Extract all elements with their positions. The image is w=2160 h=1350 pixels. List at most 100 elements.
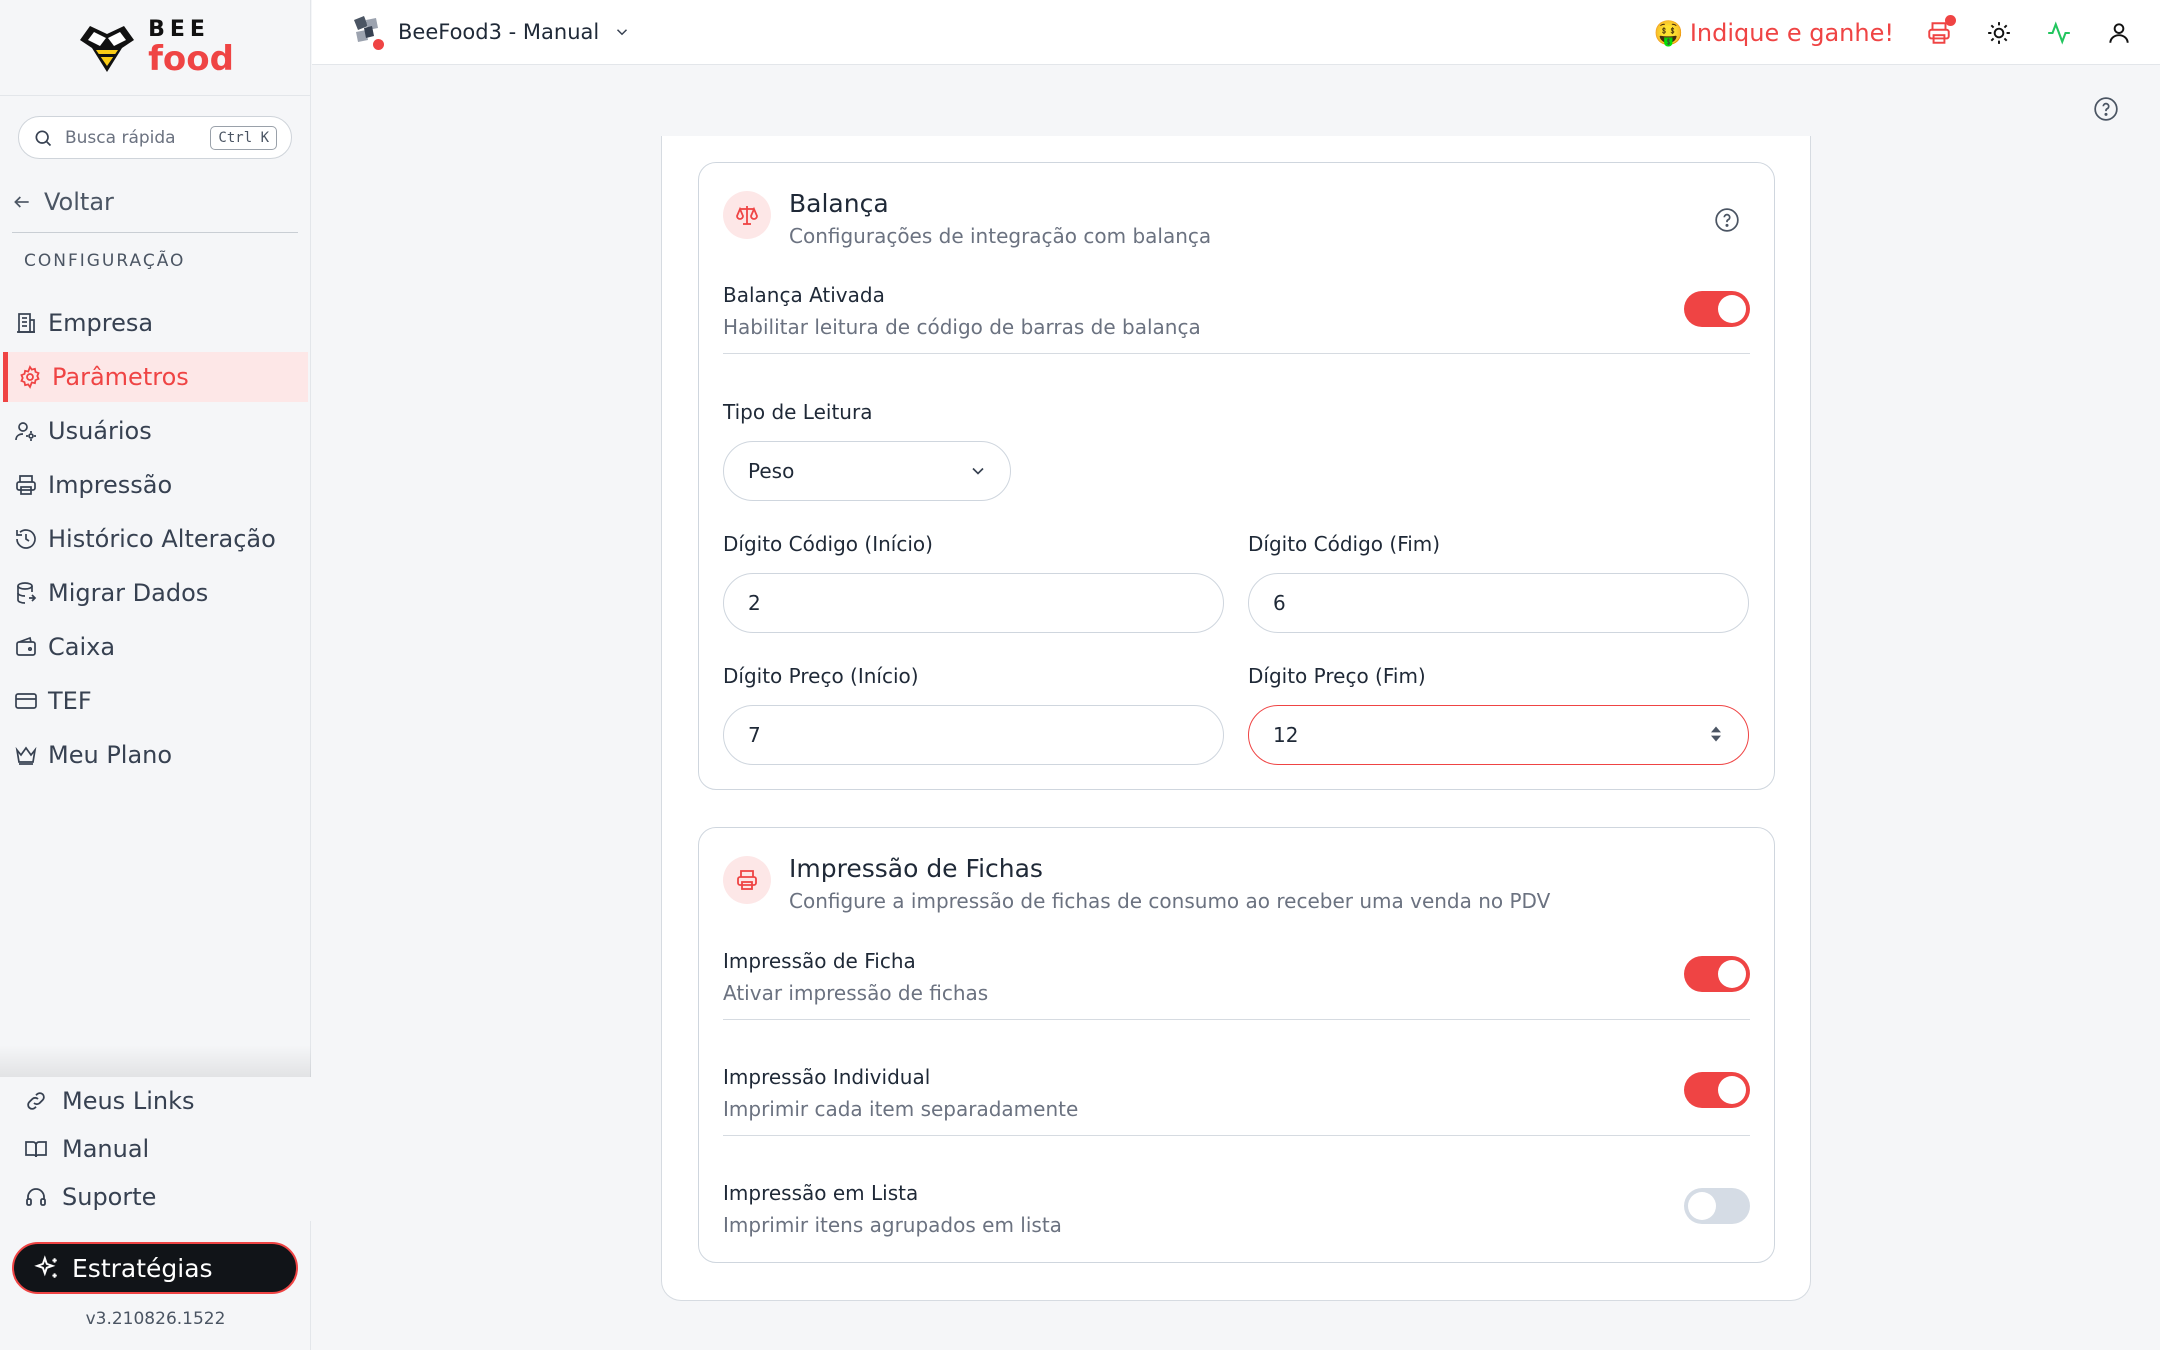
sidebar-item-empresa[interactable]: Empresa — [0, 298, 311, 348]
search-icon — [35, 130, 52, 146]
toggle-knob — [1688, 1192, 1716, 1220]
arrow-left-icon — [14, 196, 29, 208]
scale-icon — [736, 206, 758, 225]
setting-title: Impressão em Lista — [723, 1181, 919, 1205]
ticket-section-icon — [723, 856, 771, 904]
individual-print-row: Impressão Individual Imprimir cada item … — [723, 1065, 1750, 1136]
referral-label: Indique e ganhe! — [1689, 18, 1894, 47]
number-spinner-icon[interactable] — [1706, 724, 1726, 744]
link-icon — [27, 1092, 45, 1110]
setting-description: Imprimir cada item separadamente — [723, 1097, 1079, 1121]
strategies-label: Estratégias — [72, 1253, 213, 1283]
code-start-value: 2 — [748, 591, 761, 615]
app-version: v3.210826.1522 — [85, 1309, 226, 1329]
ticket-printing-section: Impressão de Fichas Configure a impressã… — [698, 827, 1775, 1263]
sidebar-link-manual[interactable]: Manual — [0, 1125, 311, 1173]
printer-status-button[interactable] — [1924, 14, 1956, 48]
price-end-label: Dígito Preço (Fim) — [1248, 664, 1426, 688]
code-start-input[interactable]: 2 — [723, 573, 1224, 633]
headset-icon — [26, 1188, 46, 1206]
money-face-emoji: 🤑 — [1653, 18, 1684, 47]
strategies-button[interactable]: Estratégias — [12, 1242, 298, 1294]
top-actions: 🤑 Indique e ganhe! — [1654, 0, 2134, 65]
sidebar-item-label: Histórico Alteração — [48, 525, 276, 553]
referral-link[interactable]: 🤑 Indique e ganhe! — [1654, 19, 1894, 47]
code-end-input[interactable]: 6 — [1248, 573, 1749, 633]
brand-logo[interactable]: BEE food — [0, 0, 310, 96]
toggle-knob — [1718, 1076, 1746, 1104]
wallet-icon — [16, 636, 36, 656]
ticket-print-row: Impressão de Ficha Ativar impressão de f… — [723, 949, 1750, 1020]
read-type-value: Peso — [748, 459, 795, 483]
search-shortcut: Ctrl K — [210, 125, 277, 150]
store-selector[interactable]: BeeFood3 - Manual — [348, 14, 631, 50]
sidebar-divider — [12, 232, 298, 233]
individual-print-toggle[interactable] — [1684, 1072, 1750, 1108]
back-link[interactable]: Voltar — [12, 188, 114, 216]
price-end-value: 12 — [1273, 723, 1299, 747]
activity-button[interactable] — [2044, 18, 2074, 48]
store-avatar — [348, 14, 384, 50]
setting-title: Impressão de Ficha — [723, 949, 916, 973]
code-start-label: Dígito Código (Início) — [723, 532, 933, 556]
sidebar-link-label: Suporte — [62, 1183, 157, 1211]
sidebar: BEE food Busca rápida Ctrl K Voltar CONF… — [0, 0, 311, 1350]
price-start-input[interactable]: 7 — [723, 705, 1224, 765]
chevron-down-icon — [617, 29, 628, 36]
scale-section-icon — [723, 191, 771, 239]
toggle-knob — [1718, 295, 1746, 323]
sidebar-item-caixa[interactable]: Caixa — [0, 622, 311, 672]
quick-search[interactable]: Busca rápida Ctrl K — [18, 116, 292, 159]
sidebar-item-label: Migrar Dados — [48, 579, 209, 607]
card-icon — [15, 693, 37, 709]
row-divider — [723, 1019, 1750, 1020]
gear-icon — [20, 365, 40, 389]
sidebar-footer: Meus Links Manual Suporte Estratégias v3… — [0, 1045, 311, 1350]
crown-icon — [15, 746, 37, 765]
building-icon — [17, 313, 35, 333]
search-placeholder: Busca rápida — [65, 127, 176, 148]
list-print-toggle[interactable] — [1684, 1188, 1750, 1224]
theme-toggle-button[interactable] — [1984, 18, 2014, 48]
code-end-value: 6 — [1273, 591, 1286, 615]
sidebar-item-parametros[interactable]: Parâmetros — [3, 352, 308, 402]
setting-description: Ativar impressão de fichas — [723, 981, 989, 1005]
activity-icon — [2048, 20, 2070, 45]
price-start-label: Dígito Preço (Início) — [723, 664, 919, 688]
sidebar-item-label: Usuários — [48, 417, 152, 445]
help-circle-icon[interactable] — [1714, 207, 1740, 233]
read-type-select[interactable]: Peso — [723, 441, 1011, 501]
history-icon — [16, 529, 36, 549]
sidebar-item-meu-plano[interactable]: Meu Plano — [0, 730, 311, 780]
scale-section: Balança Configurações de integração com … — [698, 162, 1775, 790]
section-subtitle: Configurações de integração com balança — [789, 224, 1212, 248]
sidebar-item-historico[interactable]: Histórico Alteração — [0, 514, 311, 564]
printer-icon — [16, 475, 36, 495]
sidebar-item-usuarios[interactable]: Usuários — [0, 406, 311, 456]
sidebar-item-migrar-dados[interactable]: Migrar Dados — [0, 568, 311, 618]
setting-title: Balança Ativada — [723, 283, 885, 307]
ticket-print-toggle[interactable] — [1684, 956, 1750, 992]
toggle-knob — [1718, 960, 1746, 988]
store-name: BeeFood3 - Manual — [398, 20, 600, 44]
sidebar-link-suporte[interactable]: Suporte — [0, 1173, 311, 1221]
sidebar-link-label: Meus Links — [62, 1087, 195, 1115]
sidebar-item-label: Impressão — [48, 471, 173, 499]
printer-icon — [737, 870, 757, 890]
sidebar-section-title: CONFIGURAÇÃO — [24, 251, 186, 271]
sidebar-link-meus-links[interactable]: Meus Links — [0, 1077, 311, 1125]
brand-word-bee: BEE — [148, 17, 210, 42]
sidebar-link-label: Manual — [62, 1135, 150, 1163]
row-divider — [723, 353, 1750, 354]
sidebar-item-impressao[interactable]: Impressão — [0, 460, 311, 510]
help-circle-icon[interactable] — [2093, 96, 2119, 122]
code-end-label: Dígito Código (Fim) — [1248, 532, 1441, 556]
chevron-down-icon — [972, 467, 984, 475]
price-end-input[interactable]: 12 — [1248, 705, 1749, 765]
brand-word-food: food — [148, 39, 234, 79]
sidebar-item-tef[interactable]: TEF — [0, 676, 311, 726]
row-divider — [723, 1135, 1750, 1136]
scale-enabled-toggle[interactable] — [1684, 291, 1750, 327]
notification-badge — [1945, 14, 1956, 26]
user-menu-button[interactable] — [2104, 18, 2134, 48]
